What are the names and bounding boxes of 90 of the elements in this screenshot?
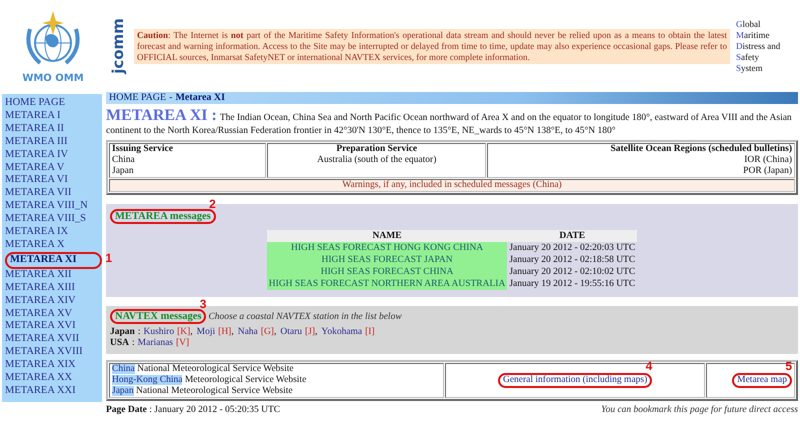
section-heading: METAREA messages [115,211,211,222]
station-link[interactable]: Kushiro [143,327,174,338]
station-link[interactable]: Marianas [138,338,174,349]
separator: , [231,327,234,338]
message-link[interactable]: HIGH SEAS FORECAST NORTHERN AREA AUSTRALIA [266,278,508,290]
sidebar-link[interactable]: METAREA I [5,110,60,123]
sidebar-link[interactable]: METAREA IX [5,226,68,239]
column-header: Satellite Ocean Regions (scheduled bulletins) [609,144,792,155]
date-cell-text: January 20 2012 - 02:10:02 UTC [508,266,636,278]
acronym-word: Distress and [736,40,782,52]
sidebar-link[interactable]: METAREA V [5,162,64,174]
separator: : [138,327,140,338]
breadcrumb-link[interactable]: HOME PAGE [109,92,166,104]
sidebar-link[interactable]: METAREA XIV [5,294,76,308]
column-header: Preparation Service [335,144,418,155]
column-header: NAME [266,230,508,242]
station-code: [V] [176,338,190,349]
sidebar-link[interactable]: METAREA XVI [5,320,76,334]
sidebar-link[interactable]: METAREA XVIII [5,346,83,360]
sidebar-link[interactable]: HOME PAGE [5,97,65,110]
map-link[interactable]: Metarea map [737,375,787,385]
sidebar-link[interactable]: METAREA XV [5,308,72,320]
date-cell-text: January 20 2012 - 02:20:03 UTC [508,242,636,254]
sidebar-link[interactable]: METAREA X [5,238,65,252]
sidebar-link[interactable]: METAREA XX [5,372,72,385]
breadcrumb-current: Metarea XI [175,92,226,104]
sidebar-link[interactable]: METAREA XXI [5,384,76,398]
sidebar-link[interactable]: METAREA XVII [5,333,80,346]
sidebar-link[interactable]: METAREA IV [5,148,68,162]
date-cell-text: January 19 2012 - 19:55:16 UTC [508,278,636,290]
acronym-word: Maritime [736,30,771,40]
annotation-number: 2 [209,197,216,211]
acronym-word: System [736,62,764,74]
message-link[interactable]: HIGH SEAS FORECAST HONG KONG CHINA [266,242,508,254]
column-header: Issuing Service [112,144,174,155]
station-link[interactable]: Otaru [280,327,302,338]
acronym-word: Safety [736,52,760,62]
column-header: DATE [507,230,638,242]
station-link[interactable]: Moji [196,327,216,338]
annotation-number: 1 [105,250,112,265]
link-description: National Meteorological Service Website [137,364,294,374]
country-label: Japan [110,327,135,338]
bookmark-note: You can bookmark this page for future direct access [601,405,798,415]
sidebar-link[interactable]: METAREA VII [5,187,72,200]
area-description: METAREA XI : The Indian Ocean, China Sea and North Pacific Ocean northward of Area X and on the equator to longitude 180°, eastward of Area VIII and the Asian continent to the North Korea/Russian Federation frontier in 42°30'N 130°E, thence to 135°E, NE_wards to 45°N 138°E, to 45°N 180° [106,109,793,138]
station-code: [I] [365,327,375,338]
station-link[interactable]: Naha [238,327,258,338]
station-code: [H] [218,327,232,338]
sidebar-link[interactable]: METAREA II [5,122,64,136]
warnings-note: Warnings, if any, included in scheduled messages (China) [109,179,795,192]
sidebar-link[interactable]: METAREA XIX [5,359,76,372]
sidebar-link[interactable]: METAREA VIII_N [5,200,88,214]
breadcrumb-separator: - [169,92,172,104]
separator: , [274,327,276,338]
sidebar-link[interactable]: METAREA VIII_S [5,213,86,226]
sidebar-link[interactable]: METAREA VI [5,174,68,188]
country-link[interactable]: China [112,364,135,374]
table-cell-text: China [112,155,136,166]
page-date: Page Date : January 20 2012 - 05:20:35 UTC [106,405,280,415]
hint-text: Choose a coastal NAVTEX station in the list below [208,312,402,322]
logo-caption: WMO OMM [22,72,84,84]
country-label: USA [110,338,130,349]
acronym-word: Global [736,18,762,30]
logo-wordmark: jcomm [109,18,127,74]
station-code: [J] [305,327,316,338]
sidebar-link[interactable]: METAREA XIII [5,282,76,295]
station-code: [G] [260,327,274,338]
link-description: National Meteorological Service Website [136,386,293,396]
separator: : [132,338,135,349]
sidebar-link[interactable]: METAREA XI [10,254,77,265]
annotation-number: 3 [200,297,206,311]
table-cell-text: IOR (China) [743,155,792,166]
table-cell-text: Australia (south of the equator) [316,155,438,166]
message-link[interactable]: HIGH SEAS FORECAST JAPAN [266,254,508,266]
table-cell-text: POR (Japan) [742,166,792,177]
separator: , [190,327,193,338]
caution-notice: Caution: The Internet is not part of the Maritime Safety Information's operational data stream and should never be relied upon as a means to obtain the latest forecast and warning information. Access to the Site may be interrupted or delayed from time to time, update may also experience occasional gaps. Please refer to OFFICIAL sources, Inmarsat SafetyNET or international NAVTEX services, for more complete information. [134,28,730,64]
date-cell-text: January 20 2012 - 02:18:58 UTC [508,254,636,266]
table-cell-text: Japan [112,166,135,177]
message-link[interactable]: HIGH SEAS FORECAST CHINA [266,266,508,278]
country-link[interactable]: Japan [112,386,134,396]
sidebar-link[interactable]: METAREA III [5,136,68,149]
link-description: Meteorological Service Website [184,375,306,385]
general-info-link[interactable]: General information (including maps) [502,375,648,385]
station-code: [K] [177,327,190,338]
country-link[interactable]: Hong-Kong China [112,375,182,385]
sidebar-link[interactable]: METAREA XII [5,268,72,282]
section-heading: NAVTEX messages [115,311,202,322]
station-link[interactable]: Yokohama [321,327,362,338]
separator: , [315,327,318,338]
